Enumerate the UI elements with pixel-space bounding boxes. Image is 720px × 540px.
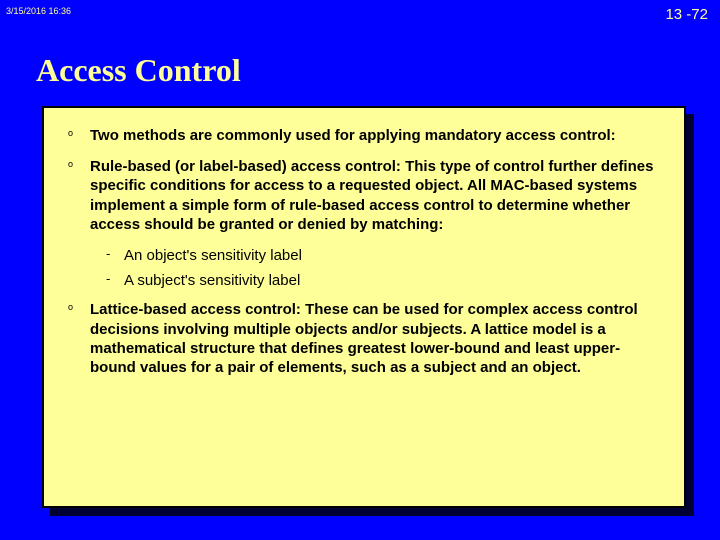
content-panel: Two methods are commonly used for applyi… bbox=[42, 106, 686, 508]
title-area: Access Control bbox=[36, 52, 684, 89]
content-wrap: Two methods are commonly used for applyi… bbox=[42, 106, 686, 508]
sub-bullet-group: An object's sensitivity label A subject'… bbox=[90, 246, 658, 290]
bullet-level1: Rule-based (or label-based) access contr… bbox=[90, 157, 658, 234]
slide-header: 3/15/2016 16:36 13 -72 bbox=[6, 6, 708, 24]
bullet-level1: Two methods are commonly used for applyi… bbox=[90, 126, 658, 145]
bullet-level2: A subject's sensitivity label bbox=[124, 271, 658, 290]
page-title: Access Control bbox=[36, 52, 684, 89]
bullet-level2: An object's sensitivity label bbox=[124, 246, 658, 265]
slide-number: 13 -72 bbox=[665, 6, 708, 23]
bullet-level1: Lattice-based access control: These can … bbox=[90, 300, 658, 377]
timestamp: 3/15/2016 16:36 bbox=[6, 6, 71, 16]
